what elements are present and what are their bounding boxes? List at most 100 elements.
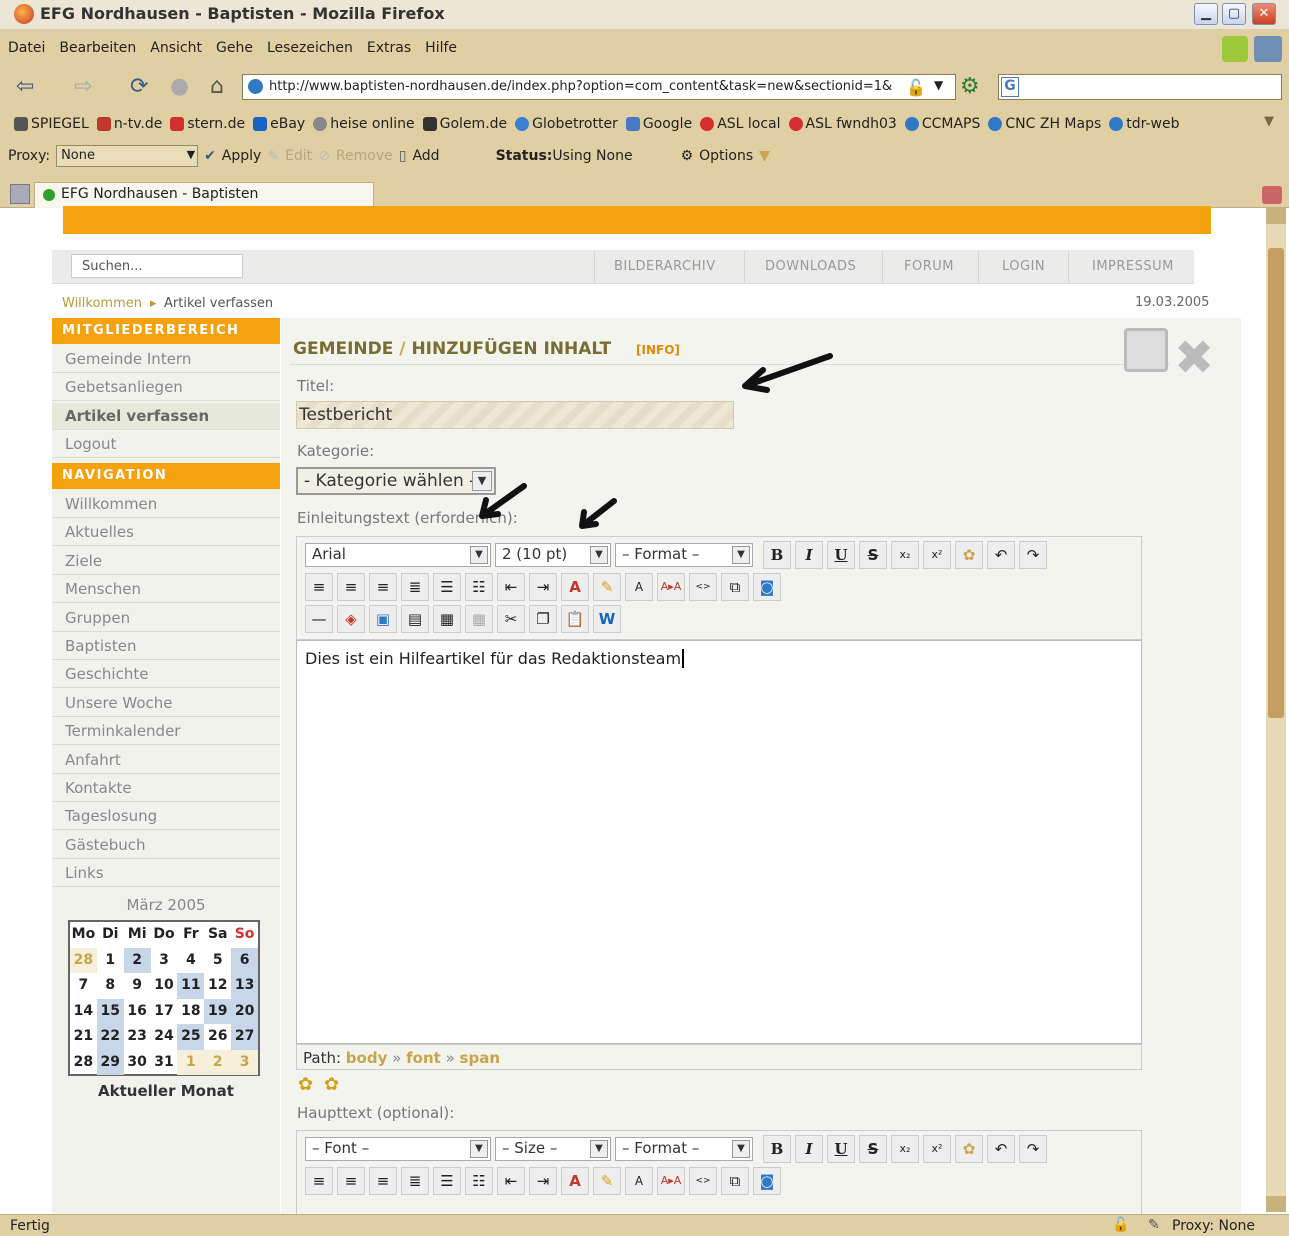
- calendar-day[interactable]: 1: [177, 1049, 205, 1075]
- bookmark-ntv[interactable]: n-tv.de: [96, 112, 162, 136]
- paste-word-icon[interactable]: W: [593, 605, 621, 633]
- titel-input[interactable]: Testbericht: [296, 401, 734, 429]
- paste-icon[interactable]: 📋: [561, 605, 589, 633]
- scroll-down-icon[interactable]: [1266, 1196, 1286, 1212]
- underline-icon[interactable]: U: [827, 541, 855, 569]
- calendar-day[interactable]: 13: [231, 973, 258, 999]
- strikethrough-icon[interactable]: S: [859, 541, 887, 569]
- forward-icon[interactable]: ⇨: [74, 74, 92, 99]
- stop-icon[interactable]: ●: [170, 74, 189, 99]
- font-select[interactable]: Arial ▼: [305, 543, 491, 567]
- path-body[interactable]: body: [346, 1049, 388, 1067]
- subscript-icon[interactable]: x₂: [891, 1135, 919, 1163]
- nav-forum[interactable]: FORUM: [904, 259, 954, 274]
- cleanup-icon[interactable]: ✿: [955, 541, 983, 569]
- site-search-input[interactable]: Suchen...: [71, 254, 243, 278]
- menu-bearbeiten[interactable]: Bearbeiten: [59, 38, 136, 62]
- sidebar-item-tageslosung[interactable]: Tageslosung: [52, 803, 280, 830]
- calendar-day[interactable]: 6: [231, 947, 258, 973]
- sidebar-item-menschen[interactable]: Menschen: [52, 576, 280, 603]
- cancel-icon[interactable]: ✖: [1174, 330, 1214, 386]
- sidebar-item-gebetsanliegen[interactable]: Gebetsanliegen: [52, 374, 280, 401]
- outdent-icon[interactable]: ⇤: [497, 573, 525, 601]
- proxy-remove-button[interactable]: Remove: [336, 148, 393, 164]
- bookmark-spiegel[interactable]: SPIEGEL: [14, 112, 89, 136]
- bookmark-ebay[interactable]: eBay: [253, 112, 305, 136]
- go-icon[interactable]: ⚙: [960, 74, 980, 99]
- subscript-icon[interactable]: x₂: [891, 541, 919, 569]
- path-span[interactable]: span: [460, 1049, 500, 1067]
- format-select[interactable]: – Format – ▼: [615, 543, 753, 567]
- fullscreen-icon[interactable]: ⧉: [721, 1167, 749, 1195]
- calendar-day[interactable]: 15: [96, 998, 124, 1024]
- calendar-day[interactable]: 17: [151, 999, 178, 1025]
- close-button[interactable]: ✕: [1252, 3, 1276, 25]
- calendar-day[interactable]: 14: [70, 999, 97, 1025]
- sidebar-item-kontakte[interactable]: Kontakte: [52, 775, 280, 802]
- menu-lesezeichen[interactable]: Lesezeichen: [267, 38, 353, 62]
- preview-icon[interactable]: ◙: [753, 573, 781, 601]
- preview-icon[interactable]: ◙: [753, 1167, 781, 1195]
- google-icon[interactable]: G: [1001, 77, 1019, 97]
- calendar-day[interactable]: 23: [124, 1024, 151, 1050]
- tab-efg[interactable]: EFG Nordhausen - Baptisten: [34, 182, 374, 208]
- path-font[interactable]: font: [406, 1049, 441, 1067]
- calendar-day[interactable]: 18: [177, 999, 204, 1025]
- bookmark-globetrotter[interactable]: Globetrotter: [515, 112, 618, 136]
- calendar-day[interactable]: 3: [151, 948, 178, 974]
- redo-icon[interactable]: ↷: [1019, 541, 1047, 569]
- sidebar-item-anfahrt[interactable]: Anfahrt: [52, 747, 280, 774]
- sidebar-item-gaestebuch[interactable]: Gästebuch: [52, 832, 280, 859]
- sidebar-item-baptisten[interactable]: Baptisten: [52, 633, 280, 660]
- calendar-day[interactable]: 31: [151, 1050, 178, 1076]
- align-center-icon[interactable]: ≡: [337, 1167, 365, 1195]
- copy-icon[interactable]: ❐: [529, 605, 557, 633]
- bookmarks-chevron-icon[interactable]: ▼: [1264, 114, 1274, 129]
- ordered-list-icon[interactable]: ☰: [433, 1167, 461, 1195]
- calendar-day[interactable]: 25: [177, 1024, 205, 1050]
- superscript-icon[interactable]: x²: [923, 541, 951, 569]
- calendar-day[interactable]: 1: [97, 948, 124, 974]
- sidebar-item-gruppen[interactable]: Gruppen: [52, 605, 280, 632]
- sidebar-item-logout[interactable]: Logout: [52, 431, 280, 458]
- horizontal-rule-icon[interactable]: —: [305, 605, 333, 633]
- bookmark-ccmaps[interactable]: CCMAPS: [904, 112, 980, 136]
- text-color-icon[interactable]: A: [561, 573, 589, 601]
- sidebar-item-terminkalender[interactable]: Terminkalender: [52, 718, 280, 745]
- table-icon[interactable]: ▦: [433, 605, 461, 633]
- cleanup-icon[interactable]: ✿: [955, 1135, 983, 1163]
- html-source-icon[interactable]: <>: [689, 573, 717, 601]
- font-case-icon[interactable]: A: [625, 1167, 653, 1195]
- maximize-button[interactable]: ▢: [1222, 3, 1246, 25]
- menu-datei[interactable]: Datei: [8, 38, 45, 62]
- justify-icon[interactable]: ≣: [401, 573, 429, 601]
- bookmark-asl-local[interactable]: ASL local: [700, 112, 781, 136]
- size-select[interactable]: 2 (10 pt) ▼: [495, 543, 611, 567]
- bookmark-cnc-zh-maps[interactable]: CNC ZH Maps: [988, 112, 1101, 136]
- minimize-button[interactable]: ▁: [1194, 3, 1218, 25]
- calendar-day[interactable]: 30: [124, 1050, 151, 1076]
- home-icon[interactable]: ⌂: [210, 74, 224, 99]
- calendar-day[interactable]: 20: [231, 998, 258, 1024]
- calendar-day[interactable]: 16: [124, 999, 151, 1025]
- calendar-day[interactable]: 29: [96, 1049, 124, 1075]
- extension-icon[interactable]: [1222, 36, 1248, 62]
- cut-icon[interactable]: ✂: [497, 605, 525, 633]
- nav-impressum[interactable]: IMPRESSUM: [1092, 259, 1174, 274]
- calendar-day[interactable]: 7: [70, 973, 97, 999]
- breadcrumb-home[interactable]: Willkommen: [62, 296, 142, 311]
- strikethrough-icon[interactable]: S: [859, 1135, 887, 1163]
- bullet-list-icon[interactable]: ☷: [465, 573, 493, 601]
- align-center-icon[interactable]: ≡: [337, 573, 365, 601]
- calendar-day[interactable]: 10: [151, 973, 178, 999]
- reload-icon[interactable]: ⟳: [130, 74, 148, 99]
- align-left-icon[interactable]: ≡: [305, 1167, 333, 1195]
- page-scrollbar[interactable]: [1266, 208, 1286, 1212]
- calendar-day[interactable]: 12: [204, 973, 231, 999]
- sidebar-item-willkommen[interactable]: Willkommen: [52, 491, 280, 518]
- menu-ansicht[interactable]: Ansicht: [150, 38, 202, 62]
- font-select[interactable]: – Font – ▼: [305, 1137, 491, 1161]
- proxy-apply-button[interactable]: Apply: [222, 148, 262, 164]
- underline-icon[interactable]: U: [827, 1135, 855, 1163]
- undo-icon[interactable]: ↶: [987, 541, 1015, 569]
